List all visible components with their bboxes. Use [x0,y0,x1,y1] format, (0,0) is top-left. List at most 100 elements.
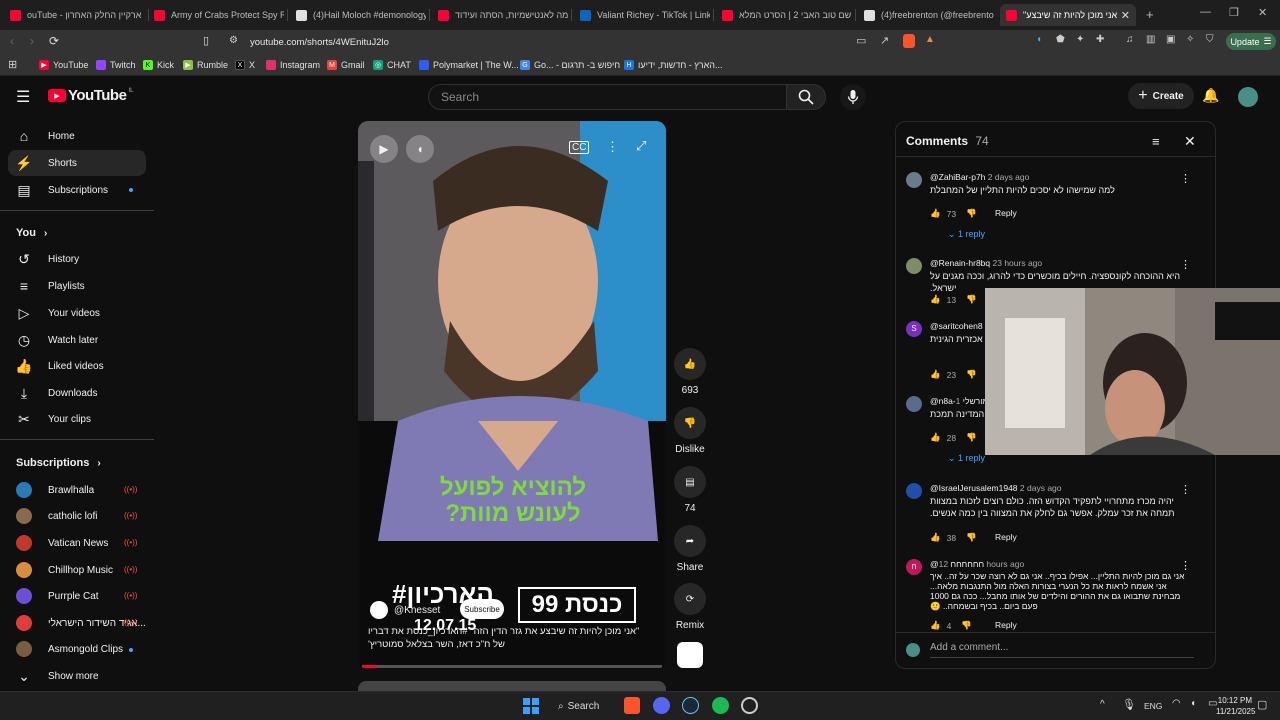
wallet-icon[interactable]: ▣ [1166,34,1175,45]
comment-author[interactable]: @saritcohen8 [930,321,983,331]
sidebar-item-liked-videos[interactable]: 👍 Liked videos [8,353,146,379]
more-options-icon[interactable]: ⋮ [606,139,619,155]
new-tab-button[interactable]: + [1146,7,1154,22]
bookmark-google[interactable]: G Go... - חיפוש ב- תרגום [520,58,620,72]
minimize-icon[interactable]: — [1200,6,1211,18]
comment-avatar[interactable] [906,172,922,188]
thumbs-down-icon[interactable]: 👎 [966,369,977,380]
dislike-button[interactable]: 👎 Dislike [674,407,706,455]
reply-button[interactable]: Reply [995,532,1017,542]
maximize-icon[interactable]: ❐ [1229,6,1239,19]
notifications-bell-icon[interactable]: 🔔 [1202,87,1219,104]
bookmark-youtube[interactable]: ▶ YouTube [39,58,88,72]
you-section-header[interactable]: You › [16,227,47,239]
thumbs-down-icon[interactable]: 👎 [966,432,977,443]
update-button[interactable]: Update ☰ [1226,33,1276,50]
share-button[interactable]: ➦ Share [674,525,706,573]
subscribe-button[interactable]: Subscribe [460,599,504,619]
browser-tab[interactable]: שם טוב האבי 2 | הסרט המלא [716,4,852,26]
comment-author[interactable]: @Renain-hr8bq 23 hours ago [930,258,1042,268]
browser-tab[interactable]: ouTube - ארקיין החלק האחרון [4,4,144,26]
bookmark-twitch[interactable]: Twitch [96,58,136,72]
captions-icon[interactable]: CC [569,141,590,154]
thumbs-up-icon[interactable]: 👍 [930,532,941,543]
subscriptions-section-header[interactable]: Subscriptions › [16,457,101,469]
close-window-icon[interactable]: ✕ [1258,6,1267,19]
comment-author[interactable]: @n8a-מורשלי 1 [930,396,988,406]
bookmark-haaretz[interactable]: H הארץ - חדשות, ידיעו... [624,58,723,72]
browser-tab[interactable]: (4)freebrenton (@freebrenton) [858,4,994,26]
mute-button[interactable]: ◖ [406,135,434,163]
apps-grid-icon[interactable]: ⊞ [8,58,17,71]
create-button[interactable]: + Create [1128,83,1194,109]
language-indicator[interactable]: ENG [1144,701,1162,711]
remix-button[interactable]: ⟳ Remix [674,583,706,631]
system-clock[interactable]: 10:12 PM 11/21/2025 [1216,695,1255,717]
sidebar-item-watch-later[interactable]: ◷ Watch later [8,327,146,353]
discord-icon[interactable] [653,697,670,714]
thumbs-up-icon[interactable]: 👍 [930,369,941,380]
view-replies-button[interactable]: ⌄ 1 reply [948,229,985,240]
browser-tab[interactable]: Army of Crabs Protect Spy Rob [148,4,284,26]
sidebar-item-downloads[interactable]: ⤓ Downloads [8,380,146,406]
search-button[interactable] [786,84,826,110]
brave-browser-icon[interactable] [624,697,640,714]
view-replies-button[interactable]: ⌄ 1 reply [948,453,985,464]
bookmark-kick[interactable]: K Kick [143,58,174,72]
play-button[interactable]: ▶ [370,135,398,163]
steam-icon[interactable] [682,697,699,714]
leo-icon[interactable]: ✧ [1186,34,1194,45]
taskbar-search[interactable]: ⌕ Search [558,696,608,716]
translate-icon[interactable]: ◖ [1036,34,1042,45]
reply-button[interactable]: Reply [995,208,1017,218]
close-icon[interactable]: ✕ [1184,133,1196,150]
extension-icon[interactable]: ⬟ [1056,34,1065,45]
comment-author[interactable]: @IsraelJerusalem1948 2 days ago [930,483,1062,493]
extensions-puzzle-icon[interactable]: ✚ [1096,34,1104,45]
brave-shield-icon[interactable] [903,34,915,48]
url-bar[interactable]: ⚙ youtube.com/shorts/4WEnituJ2lo [220,32,940,52]
bookmark-instagram[interactable]: Instagram [266,58,320,72]
volume-icon[interactable]: ◖ [1190,698,1196,709]
shorts-video-player[interactable]: ▶ ◖ CC ⋮ ⤢ להוציא לפועל לעונש מוות? כנסת… [358,121,666,669]
avatar[interactable] [1238,87,1258,107]
sidebar-item-your-clips[interactable]: ✂ Your clips [8,406,146,432]
thumbs-up-icon[interactable]: 👍 [930,208,941,219]
search-input[interactable]: Search [428,84,788,110]
next-short-preview[interactable] [358,681,666,691]
extension-icon[interactable]: ✦ [1076,34,1084,45]
reload-icon[interactable]: ⟳ [49,34,59,48]
channel-handle[interactable]: @Knesset [394,605,440,616]
comment-avatar[interactable] [906,483,922,499]
channel-avatar[interactable] [370,601,388,619]
comment-avatar[interactable] [906,396,922,412]
show-more-button[interactable]: ⌄ Show more [8,663,146,689]
comment-author[interactable]: @חחחחחח 12 hours ago [930,559,1024,569]
thumbs-down-icon[interactable]: 👎 [961,620,972,631]
browser-tab[interactable]: Valiant Richey - TikTok | Linked [574,4,710,26]
media-icon[interactable]: ♫ [1126,34,1134,45]
rewards-icon[interactable]: ▲ [925,34,935,45]
fullscreen-icon[interactable]: ⤢ [636,138,646,154]
sort-icon[interactable]: ≡ [1152,134,1160,149]
bookmark-x[interactable]: XX [235,58,255,72]
comment-avatar[interactable] [906,258,922,274]
voice-search-button[interactable] [840,84,866,110]
sidebar-item-subscriptions[interactable]: ▤ Subscriptions [8,177,146,203]
site-info-icon[interactable]: ⚙ [229,35,238,46]
cast-icon[interactable]: ▭ [856,34,866,47]
browser-tab-active[interactable]: "אני מוכן להיות זה שיבצע ✕ [1000,4,1136,26]
microphone-icon[interactable]: 🎙 [1122,698,1136,711]
notification-center-icon[interactable]: ▢ [1257,698,1267,711]
youtube-logo[interactable]: ▶ YouTube IL [48,87,133,104]
browser-tab[interactable]: במה לאנטישמיות, הסתה ועידוד [432,4,568,26]
sidebar-item-your-videos[interactable]: ▷ Your videos [8,300,146,326]
thumbs-down-icon[interactable]: 👎 [966,294,977,305]
subscription-channel[interactable]: Asmongold Clips [8,636,148,662]
thumbs-up-icon[interactable]: 👍 [930,432,941,443]
thumbs-down-icon[interactable]: 👎 [966,532,977,543]
bookmark-gmail[interactable]: M Gmail [327,58,365,72]
sidebar-item-playlists[interactable]: ≡ Playlists [8,273,146,299]
spotify-icon[interactable] [712,697,729,714]
vpn-icon[interactable]: ⛉ [1206,34,1214,45]
